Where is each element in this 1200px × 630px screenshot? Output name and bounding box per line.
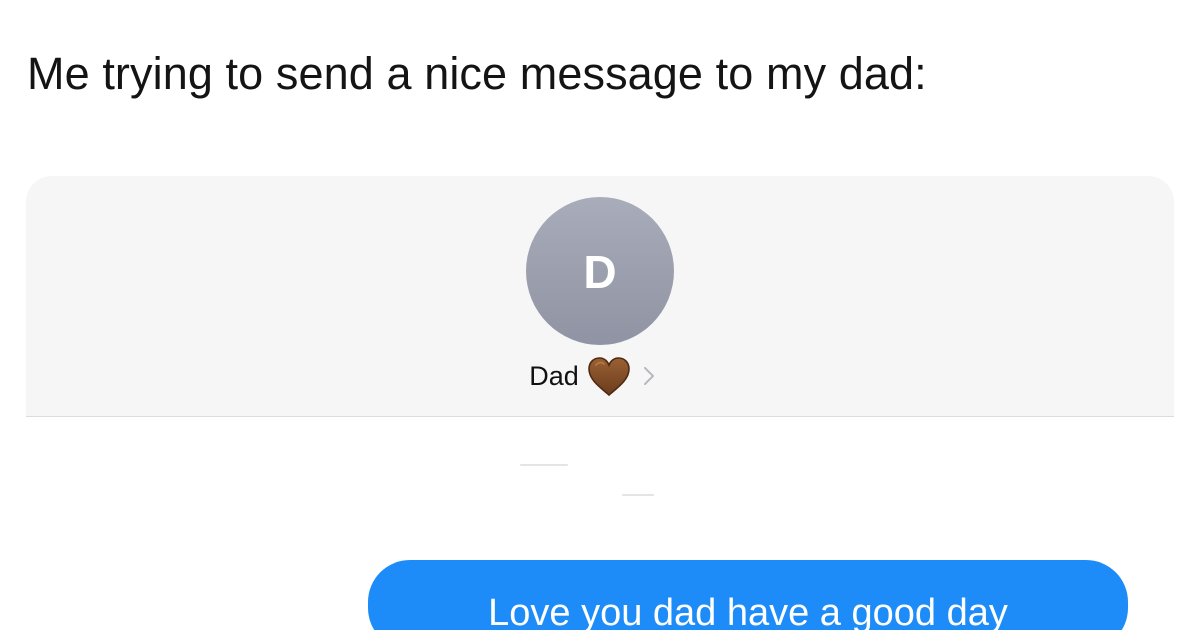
conversation-header: D Dad [26,176,1174,417]
artifact-line [622,494,654,496]
artifact-line [520,464,568,466]
contact-name-row[interactable]: Dad [26,354,1174,398]
meme-caption: Me trying to send a nice message to my d… [27,48,927,99]
contact-name: Dad [529,360,579,391]
avatar-initial: D [583,246,617,298]
chevron-right-icon [643,367,654,385]
brown-heart-icon [587,357,630,397]
contact-avatar[interactable]: D [526,197,674,345]
message-text: Love you dad have a good day [488,592,1008,630]
messages-screenshot: D Dad Love you dad have a good day [26,176,1174,630]
outgoing-message-bubble[interactable]: Love you dad have a good day [368,560,1128,630]
